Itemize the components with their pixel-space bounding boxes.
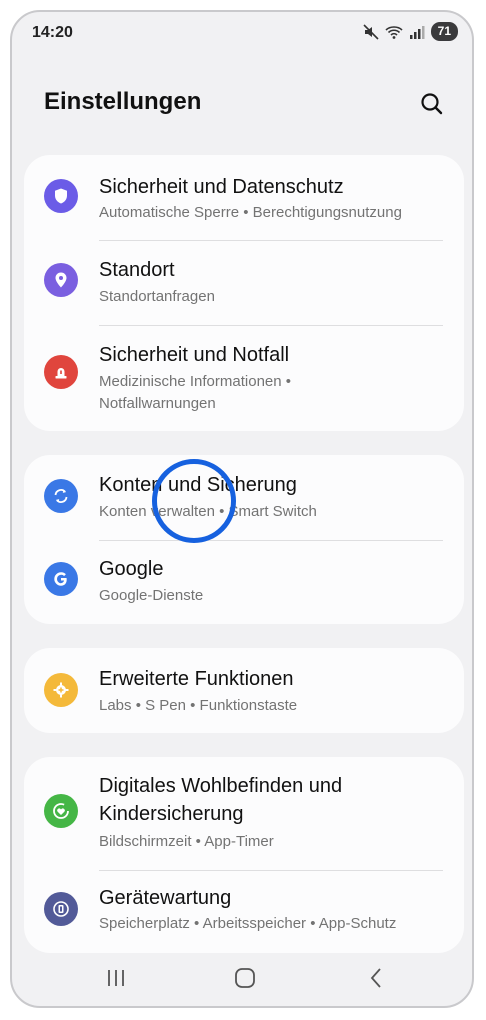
mute-icon	[363, 23, 379, 40]
item-subtitle: Google-Dienste	[99, 587, 204, 604]
location-pin-icon	[44, 263, 78, 297]
settings-item-advanced-features[interactable]: Erweiterte Funktionen Labs • S Pen • Fun…	[24, 648, 464, 733]
phone-screen: 14:20 71 Einstellungen Sicherheit und Da…	[10, 10, 474, 1008]
settings-item-device-care[interactable]: Gerätewartung Speicherplatz • Arbeitsspe…	[24, 871, 464, 953]
sync-icon	[44, 479, 78, 513]
item-title: Google	[99, 558, 164, 580]
wellbeing-icon	[44, 794, 78, 828]
settings-item-safety-emergency[interactable]: Sicherheit und Notfall Medizinische Info…	[24, 326, 464, 431]
settings-group-advanced: Erweiterte Funktionen Labs • S Pen • Fun…	[24, 648, 464, 733]
item-subtitle: Speicherplatz • Arbeitsspeicher • App-Sc…	[99, 915, 397, 932]
settings-group-wellbeing: Digitales Wohlbefinden und Kindersicheru…	[24, 757, 464, 953]
item-subtitle: Labs • S Pen • Funktionstaste	[99, 697, 298, 714]
status-bar: 14:20 71	[12, 12, 472, 52]
item-subtitle: Automatische Sperre • Berechtigungsnutzu…	[99, 204, 402, 221]
emergency-siren-icon	[44, 355, 78, 389]
settings-item-location[interactable]: Standort Standortanfragen	[24, 241, 464, 325]
navigation-bar	[12, 950, 472, 1006]
status-time: 14:20	[32, 24, 73, 41]
wifi-icon	[385, 24, 403, 40]
search-button[interactable]	[418, 90, 446, 118]
back-button[interactable]	[362, 964, 390, 992]
item-title-line-1: Digitales Wohlbefinden und	[99, 775, 343, 797]
settings-item-digital-wellbeing[interactable]: Digitales Wohlbefinden und Kindersicheru…	[24, 757, 464, 869]
settings-item-accounts-backup[interactable]: Konten und Sicherung Konten verwalten • …	[24, 455, 464, 540]
item-title: Erweiterte Funktionen	[99, 668, 294, 690]
home-button[interactable]	[231, 964, 259, 992]
item-subtitle: Bildschirmzeit • App-Timer	[99, 833, 274, 850]
item-title-line-2: Kindersicherung	[99, 803, 244, 825]
device-care-icon	[44, 892, 78, 926]
item-title: Sicherheit und Datenschutz	[99, 176, 344, 198]
signal-icon	[409, 24, 425, 40]
item-subtitle-line-2: Notfallwarnungen	[99, 395, 216, 412]
settings-item-security-privacy[interactable]: Sicherheit und Datenschutz Automatische …	[24, 155, 464, 240]
battery-icon: 71	[430, 22, 458, 41]
recents-icon	[108, 970, 124, 986]
settings-group-security: Sicherheit und Datenschutz Automatische …	[24, 155, 464, 431]
google-icon	[44, 562, 78, 596]
item-title: Sicherheit und Notfall	[99, 344, 290, 366]
item-subtitle-line-1: Medizinische Informationen •	[99, 373, 292, 390]
shield-icon	[44, 179, 78, 213]
item-title: Standort	[99, 259, 175, 281]
gear-plus-icon	[44, 673, 78, 707]
status-icons: 71	[363, 22, 458, 41]
item-subtitle: Standortanfragen	[99, 288, 215, 305]
item-title: Gerätewartung	[99, 887, 232, 909]
search-icon	[421, 93, 443, 115]
home-icon	[235, 968, 255, 988]
recents-button[interactable]	[102, 964, 130, 992]
settings-item-google[interactable]: Google Google-Dienste	[24, 541, 464, 624]
touch-indicator	[152, 459, 236, 543]
back-icon	[370, 968, 381, 988]
page-title: Einstellungen	[44, 88, 202, 115]
settings-group-accounts: Konten und Sicherung Konten verwalten • …	[24, 455, 464, 624]
